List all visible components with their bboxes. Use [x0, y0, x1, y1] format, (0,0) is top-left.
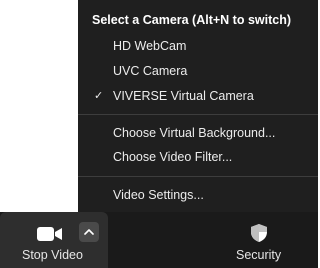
- menu-item-label: Choose Virtual Background...: [113, 126, 276, 140]
- camera-menu: Select a Camera (Alt+N to switch) HD Web…: [78, 0, 318, 212]
- camera-option-label: HD WebCam: [113, 39, 187, 53]
- meeting-toolbar: Stop Video Security: [0, 212, 318, 268]
- camera-option-viverse-virtual-camera[interactable]: ✓ VIVERSE Virtual Camera: [78, 85, 318, 107]
- security-label: Security: [236, 248, 282, 262]
- stop-video-button[interactable]: Stop Video: [0, 212, 108, 268]
- camera-option-uvc-camera[interactable]: UVC Camera: [78, 60, 318, 82]
- video-camera-icon: [37, 227, 62, 241]
- camera-option-label: VIVERSE Virtual Camera: [113, 89, 254, 103]
- menu-item-label: Video Settings...: [113, 188, 204, 202]
- choose-video-filter-item[interactable]: Choose Video Filter...: [78, 146, 318, 168]
- security-button[interactable]: Security: [220, 212, 300, 268]
- shield-icon: [251, 224, 267, 242]
- video-options-caret-button[interactable]: [79, 222, 99, 242]
- menu-divider: [78, 114, 318, 115]
- video-settings-item[interactable]: Video Settings...: [78, 184, 318, 206]
- camera-option-label: UVC Camera: [113, 64, 188, 78]
- camera-menu-header: Select a Camera (Alt+N to switch): [92, 13, 292, 27]
- menu-divider: [78, 176, 318, 177]
- menu-item-label: Choose Video Filter...: [113, 150, 233, 164]
- chevron-up-icon: [84, 229, 94, 235]
- camera-option-hd-webcam[interactable]: HD WebCam: [78, 35, 318, 57]
- choose-virtual-background-item[interactable]: Choose Virtual Background...: [78, 122, 318, 144]
- stop-video-label: Stop Video: [22, 248, 83, 262]
- checkmark-icon: ✓: [94, 90, 104, 102]
